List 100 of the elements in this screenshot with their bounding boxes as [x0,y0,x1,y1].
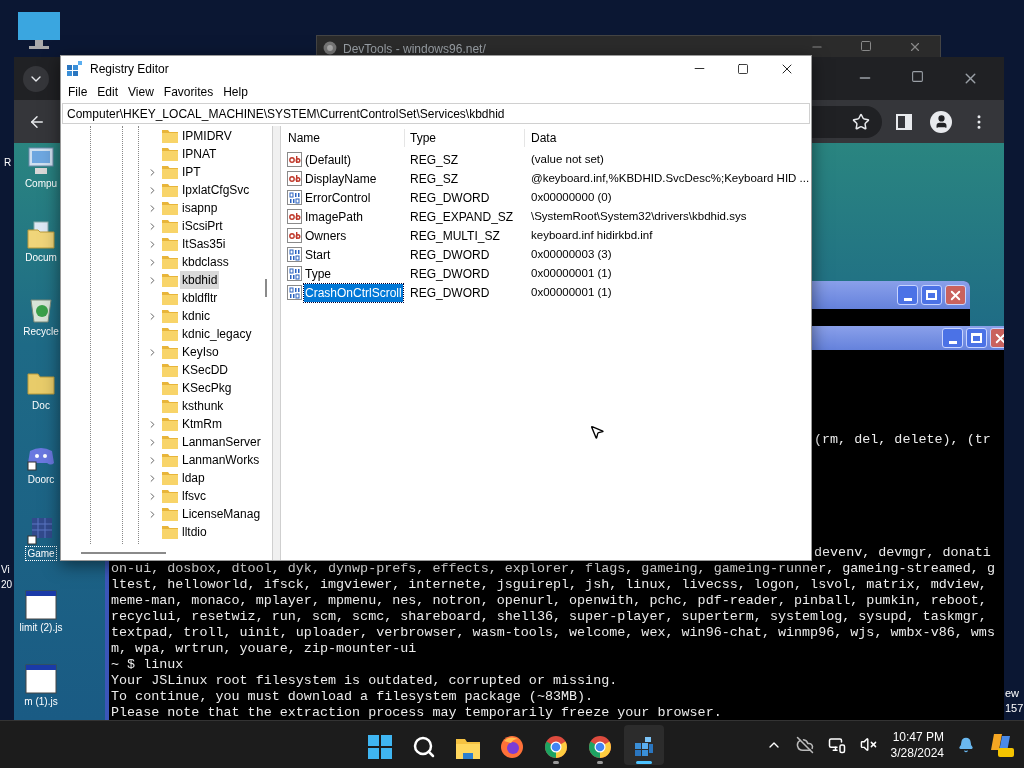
binary-value-icon [287,266,302,281]
tab-search-button[interactable] [23,65,49,92]
tree-item[interactable]: IPNAT [180,145,219,163]
side-panel-icon[interactable] [896,113,912,130]
menu-item[interactable]: File [63,83,93,101]
profile-avatar[interactable] [930,110,952,133]
maximize-button[interactable] [966,328,987,348]
value-name[interactable]: Type [304,264,332,283]
value-name[interactable]: Start [304,245,332,264]
maximize-button[interactable] [921,285,942,305]
browser-icon[interactable] [544,735,568,759]
desktop-icon-label[interactable]: limit (2).js [18,621,64,634]
tree-item[interactable]: ksthunk [180,397,226,415]
network-icon[interactable] [827,735,846,754]
tree-item[interactable]: IPT [180,163,203,181]
tree-item[interactable]: KSecDD [180,361,230,379]
desktop-icon-label[interactable]: Doorc [26,473,56,486]
menu-item[interactable]: Help [218,83,253,101]
tree-item[interactable]: lltdio [180,523,209,541]
value-type: REG_DWORD [409,189,491,207]
edge-text: 157 [1005,701,1024,716]
maximize-icon[interactable] [860,40,872,52]
tree-item[interactable]: iScsiPrt [180,217,225,235]
terminal-line: m, wpa, wrtrun, youare, zip-mounter-ui [111,641,417,657]
value-name[interactable]: Owners [304,226,348,245]
tree-item[interactable]: KSecPkg [180,379,234,397]
fox-globe-icon[interactable] [500,735,524,759]
scrollbar-thumb[interactable] [81,552,166,554]
search-icon[interactable] [412,735,436,759]
column-header[interactable]: Data [525,129,557,147]
column-header[interactable]: Type [405,129,525,147]
tree-item[interactable]: kbdclass [180,253,231,271]
notification-bell-icon[interactable] [958,736,974,753]
scrollbar-thumb[interactable] [265,279,267,297]
string-value-icon [287,152,302,167]
maximize-icon[interactable] [737,62,749,75]
value-type: REG_SZ [409,151,459,169]
edge-text: 20 [1,578,13,592]
windows-logo-icon[interactable] [368,735,392,759]
value-type: REG_EXPAND_SZ [409,208,515,226]
folder-icon [162,147,178,161]
menu-item[interactable]: Edit [92,83,124,101]
tree-item[interactable]: kbdhid [180,271,220,289]
value-type: REG_DWORD [409,265,491,283]
browser-icon[interactable] [588,735,612,759]
clock-time[interactable]: 10:47 PM [892,728,944,745]
column-header[interactable]: Name [285,129,405,147]
menu-item[interactable]: Favorites [158,83,219,101]
tree-item[interactable]: LicenseManag [180,505,263,523]
tree-item[interactable]: ItSas35i [180,235,228,253]
cubes-icon[interactable] [632,735,656,759]
value-data: (value not set) [530,151,604,167]
folder-icon [162,507,178,521]
tree-item[interactable]: kdnic_legacy [180,325,254,343]
value-name[interactable]: (Default) [304,150,352,169]
desktop-icon-label[interactable]: Doc [31,399,51,412]
value-data: 0x00000000 (0) [530,189,612,205]
tree-item[interactable]: KtmRm [180,415,224,433]
monitor-icon[interactable] [18,12,60,50]
tree-item[interactable]: IpxlatCfgSvc [180,181,252,199]
tree-item[interactable]: lfsvc [180,487,208,505]
minimize-button[interactable] [897,285,918,305]
tree-item[interactable]: IPMIDRV [180,127,234,145]
value-type: REG_DWORD [409,284,491,302]
copilot-icon[interactable] [988,731,1014,758]
value-type: REG_SZ [409,170,459,188]
desktop-icon-label[interactable]: m (1).js [23,695,59,708]
folder-icon [162,471,178,485]
folder-icon [162,219,178,233]
cloud-off-icon[interactable] [795,735,814,754]
tree-item[interactable]: kdnic [180,307,212,325]
desktop-icon-label[interactable]: Recycle [22,325,60,338]
folder-icon[interactable] [456,737,480,759]
tree-item[interactable]: LanmanServer [180,433,263,451]
clock-date[interactable]: 3/28/2024 [890,744,944,761]
desktop-icon-label[interactable]: Docum [24,251,58,264]
tree-item[interactable]: LanmanWorks [180,451,262,469]
close-button[interactable] [945,285,966,305]
tree-item[interactable]: kbldfltr [180,289,220,307]
tree-item[interactable]: isapnp [180,199,220,217]
value-name[interactable]: ImagePath [304,207,365,226]
folder-icon [162,291,178,305]
edge-text: R [4,156,12,170]
folder-icon [162,399,178,413]
menu-item[interactable]: View [123,83,159,101]
speaker-muted-icon[interactable] [859,736,877,753]
folder-icon [162,345,178,359]
desktop-icon-label[interactable]: Compu [23,177,59,190]
tree-item[interactable]: KeyIso [180,343,221,361]
minimize-button[interactable] [942,328,963,348]
value-name[interactable]: CrashOnCtrlScroll [304,283,403,302]
value-name[interactable]: ErrorControl [304,188,372,207]
tree-item[interactable]: ldap [180,469,207,487]
address-field[interactable]: Computer\HKEY_LOCAL_MACHINE\SYSTEM\CurrentControlSet\Services\kbdhid [62,103,810,124]
address-bar[interactable] [812,105,882,138]
bookmark-star-icon[interactable] [852,112,870,131]
value-name[interactable]: DisplayName [304,169,378,188]
folder-icon [162,327,178,341]
maximize-icon[interactable] [911,70,924,83]
desktop-icon-label[interactable]: Game [26,547,56,560]
